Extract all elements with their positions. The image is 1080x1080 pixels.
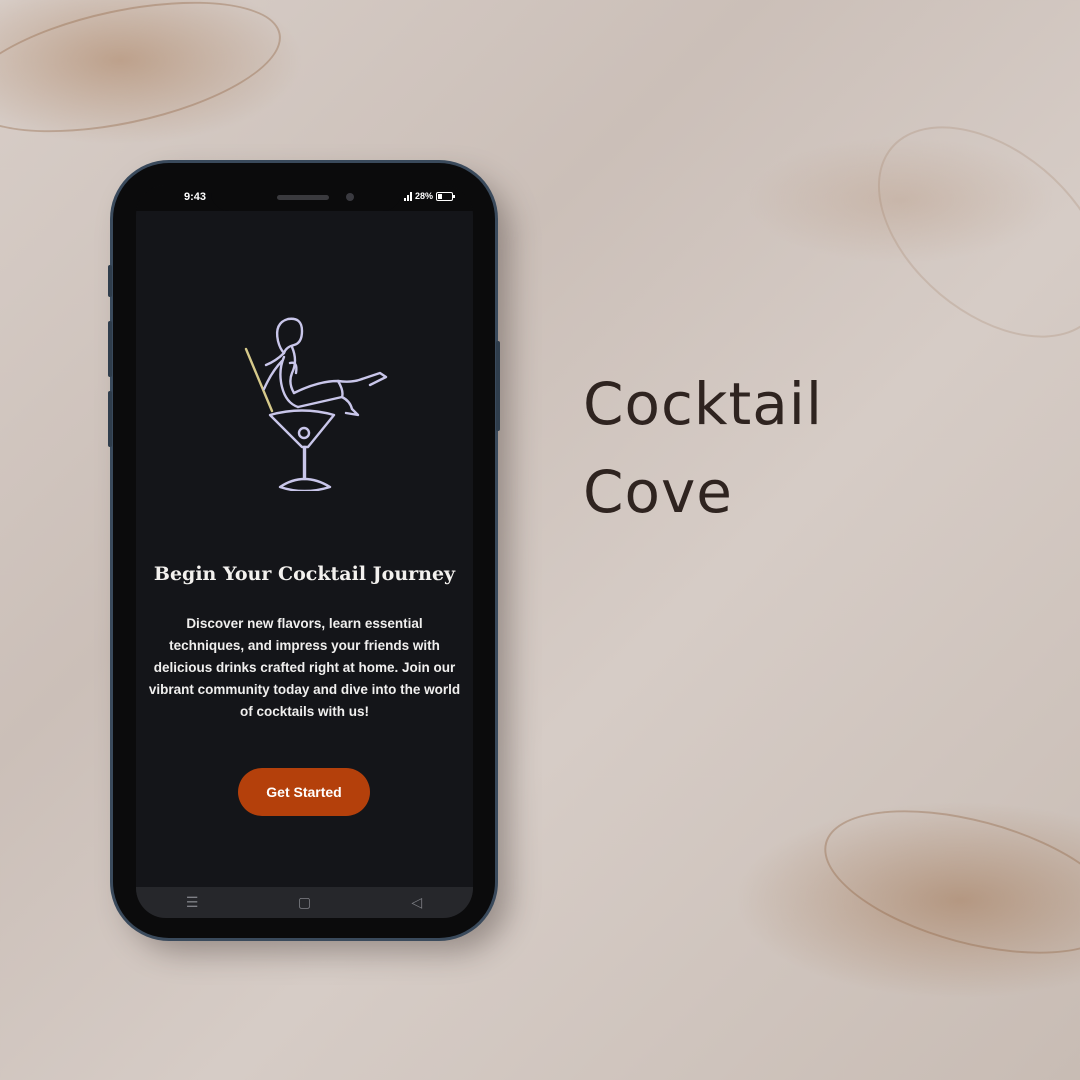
phone-notch bbox=[211, 185, 401, 211]
speaker-grille bbox=[277, 195, 329, 200]
recent-apps-icon[interactable]: ☰ bbox=[172, 894, 212, 911]
back-icon[interactable]: ◁ bbox=[397, 894, 437, 911]
phone-side-button bbox=[108, 265, 112, 297]
get-started-button[interactable]: Get Started bbox=[238, 768, 370, 816]
home-icon[interactable]: ▢ bbox=[284, 894, 324, 911]
status-icons: 28% bbox=[403, 191, 455, 201]
onboarding-description: Discover new flavors, learn essential te… bbox=[148, 616, 461, 719]
brand-title-line1: Cocktail bbox=[583, 370, 823, 438]
marble-vein bbox=[809, 782, 1080, 982]
marble-vein bbox=[838, 84, 1080, 380]
marble-vein bbox=[0, 0, 293, 157]
phone-side-button bbox=[108, 321, 112, 377]
system-nav-bar: ☰ ▢ ◁ bbox=[136, 887, 473, 918]
phone-side-button bbox=[108, 391, 112, 447]
signal-icon bbox=[403, 191, 412, 201]
brand-title-line2: Cove bbox=[583, 458, 733, 526]
battery-icon bbox=[436, 191, 455, 201]
status-time: 9:43 bbox=[184, 191, 207, 203]
cocktail-lady-martini-icon bbox=[244, 317, 388, 491]
battery-percent: 28% bbox=[414, 191, 433, 201]
phone-mockup: 9:43 28% Begin Your Cocktail Journey Dis… bbox=[108, 163, 500, 938]
app-screen: 9:43 28% Begin Your Cocktail Journey Dis… bbox=[136, 185, 473, 918]
phone-side-button bbox=[496, 341, 500, 431]
brand-title: Cocktail Cove bbox=[583, 360, 943, 536]
onboarding-title: Begin Your Cocktail Journey bbox=[153, 563, 456, 585]
front-camera-icon bbox=[346, 193, 354, 201]
